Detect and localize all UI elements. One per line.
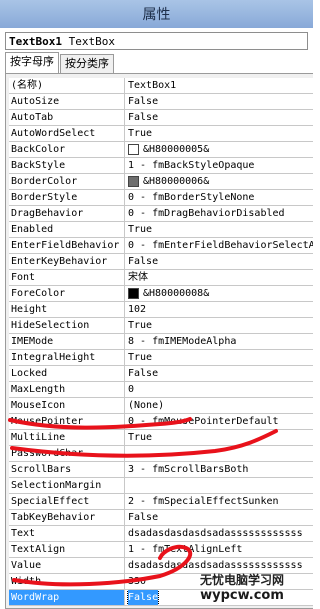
annotation-stroke-multiline bbox=[8, 417, 192, 430]
annotation-stroke-scrollbars bbox=[10, 429, 278, 458]
watermark: 无忧电脑学习网 wypcw.com bbox=[200, 572, 284, 604]
red-annotation-marks bbox=[8, 417, 278, 587]
annotation-stroke-wordwrap bbox=[12, 544, 193, 587]
watermark-line1: 无忧电脑学习网 bbox=[200, 573, 285, 587]
tab-alphabetic[interactable]: 按字母序 bbox=[5, 52, 59, 73]
watermark-line2: wypcw.com bbox=[200, 588, 284, 603]
